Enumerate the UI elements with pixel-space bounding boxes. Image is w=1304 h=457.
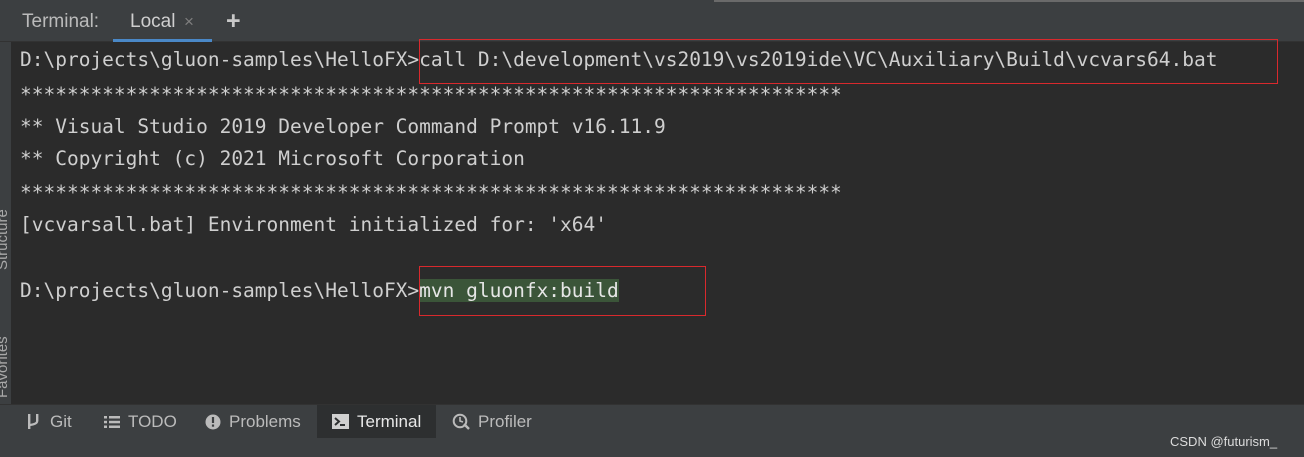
close-icon[interactable]: × [184,12,194,32]
problems-label: Problems [229,411,301,431]
terminal-line-banner2: ** Copyright (c) 2021 Microsoft Corporat… [20,147,525,170]
terminal-icon [332,414,349,429]
git-branch-icon [28,414,39,429]
left-tool-strip: Structure Favorites [0,42,11,404]
highlight-box-command2 [419,266,706,316]
terminal-tool-label: Terminal: [22,11,100,32]
terminal-line-env: [vcvarsall.bat] Environment initialized … [20,213,607,236]
profiler-icon [452,413,470,430]
terminal-line-separator: ****************************************… [20,83,842,106]
terminal-line-separator2: ****************************************… [20,181,842,204]
add-tab-icon[interactable]: + [226,7,241,36]
sidebar-item-favorites[interactable]: Favorites [0,336,11,398]
problems-icon [205,414,221,429]
list-icon [104,415,120,428]
todo-button[interactable]: TODO [104,405,196,438]
problems-button[interactable]: Problems [205,405,315,438]
sidebar-item-structure[interactable]: Structure [0,209,11,270]
tab-local-label: Local [130,11,176,32]
profiler-label: Profiler [478,411,532,431]
tab-local[interactable]: Local × [113,0,212,42]
highlight-box-command1 [419,39,1278,84]
terminal-button[interactable]: Terminal [317,405,436,438]
watermark-text: CSDN @futurism_ [1170,434,1278,449]
profiler-button[interactable]: Profiler [452,405,552,438]
tool-window-bar: Git TODO Problems Terminal Profiler CSDN… [0,404,1304,457]
prompt-text: D:\projects\gluon-samples\HelloFX> [20,48,420,71]
terminal-tab-bar: Terminal: Local × + [0,0,1304,42]
prompt-text: D:\projects\gluon-samples\HelloFX> [20,279,420,302]
top-divider [714,0,1304,2]
todo-label: TODO [128,411,177,431]
git-label: Git [50,411,72,431]
terminal-label: Terminal [357,411,422,431]
terminal-line-banner1: ** Visual Studio 2019 Developer Command … [20,115,666,138]
terminal-output[interactable]: D:\projects\gluon-samples\HelloFX>call D… [11,39,1304,404]
git-button[interactable]: Git [26,405,100,438]
